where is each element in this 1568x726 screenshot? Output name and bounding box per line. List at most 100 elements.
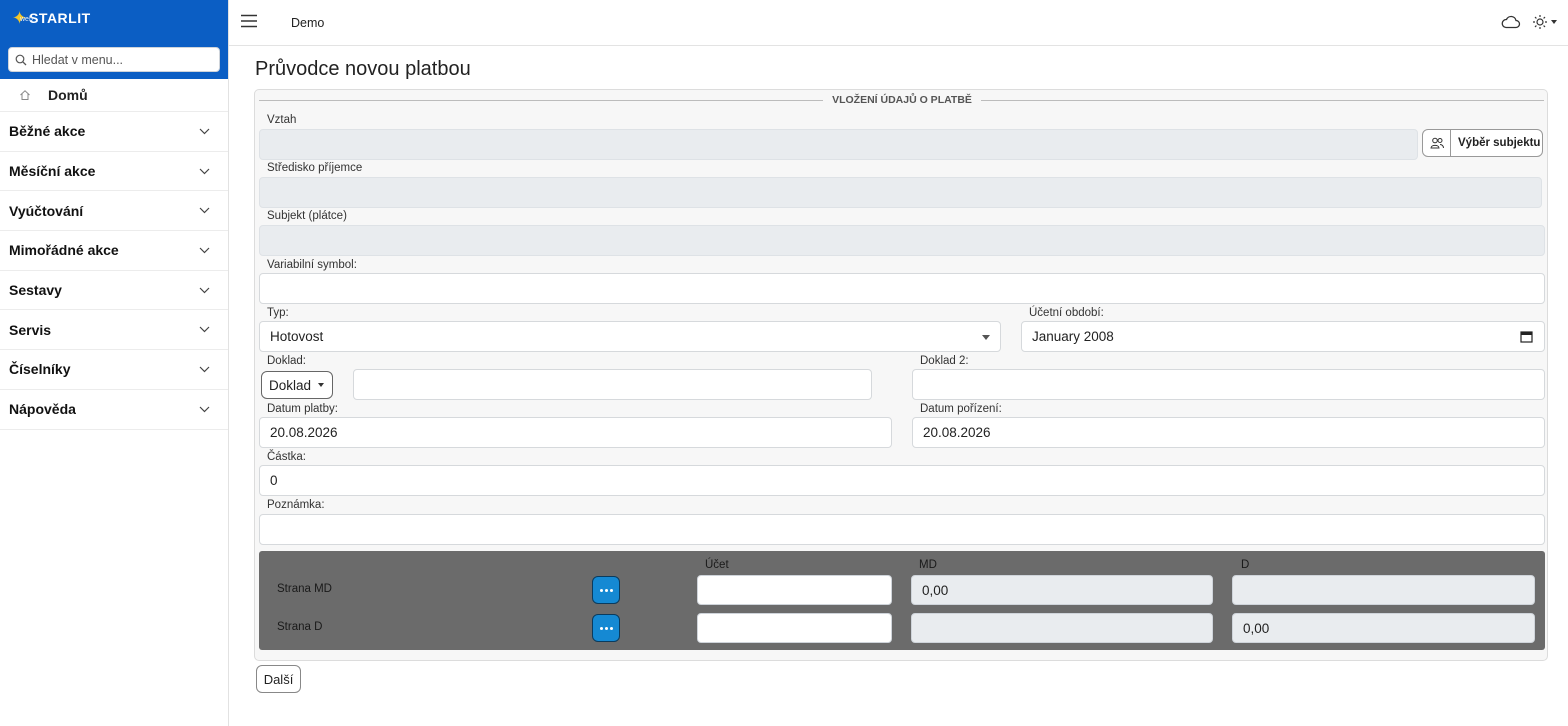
page-title: Průvodce novou platbou <box>255 58 471 80</box>
ucet-md-input[interactable] <box>697 575 892 605</box>
sidebar-item-mimoradne-akce[interactable]: Mimořádné akce <box>0 231 228 271</box>
brand-header: ✦ STARLIT web <box>0 0 228 79</box>
home-icon <box>20 90 30 100</box>
chevron-down-icon <box>199 406 210 413</box>
sidebar-item-napoveda[interactable]: Nápověda <box>0 390 228 430</box>
ucet-d-input[interactable] <box>697 613 892 643</box>
row-label-strana-md: Strana MD <box>277 583 332 595</box>
column-header-md: MD <box>919 559 937 571</box>
chevron-down-icon <box>199 366 210 373</box>
cloud-icon[interactable] <box>1501 14 1521 30</box>
next-button[interactable]: Další <box>256 665 301 693</box>
sidebar-item-label: Servis <box>9 321 52 338</box>
select-subject-button[interactable]: Výběr subjektu <box>1422 129 1543 157</box>
sidebar-item-label: Běžné akce <box>9 123 86 140</box>
topbar: Demo <box>229 0 1568 46</box>
ucetni-obdobi-label: Účetní období: <box>1029 307 1104 319</box>
vztah-label: Vztah <box>267 114 297 126</box>
md-amount-d <box>911 613 1213 643</box>
doklad-input[interactable] <box>353 369 872 400</box>
search-icon <box>15 54 27 65</box>
stredisko-field <box>259 177 1542 208</box>
castka-input[interactable]: 0 <box>259 465 1545 496</box>
doklad2-label: Doklad 2: <box>920 355 969 367</box>
section-divider <box>259 100 823 101</box>
chevron-down-icon <box>199 207 210 214</box>
theme-sun-icon[interactable] <box>1532 14 1548 30</box>
select-subject-label: Výběr subjektu <box>1458 137 1541 149</box>
menu-search-input[interactable] <box>32 52 212 67</box>
dot <box>604 626 608 630</box>
doklad2-input[interactable] <box>912 369 1545 400</box>
calendar-icon[interactable] <box>1520 330 1533 343</box>
hamburger-icon[interactable] <box>241 14 257 28</box>
doklad-dropdown-label: Doklad <box>269 377 312 393</box>
subjekt-field <box>259 225 1545 256</box>
typ-label: Typ: <box>267 307 289 319</box>
logo-subtext: web <box>20 16 33 23</box>
datum-platby-label: Datum platby: <box>267 403 338 415</box>
stredisko-label: Středisko příjemce <box>267 162 363 174</box>
variabilni-symbol-label: Variabilní symbol: <box>267 259 357 271</box>
doklad-dropdown-button[interactable]: Doklad <box>261 371 333 399</box>
sidebar-item-label: Vyúčtování <box>9 202 84 219</box>
accounting-panel: Účet MD D Strana MD 0,00 Strana D 0,00 <box>259 551 1545 650</box>
logo-text: STARLIT <box>29 10 91 26</box>
section-divider <box>981 100 1544 101</box>
sidebar-item-label: Nápověda <box>9 401 76 418</box>
more-options-button[interactable] <box>592 576 620 604</box>
doklad-label: Doklad: <box>267 355 306 367</box>
sidebar-item-label: Měsíční akce <box>9 163 96 180</box>
dot <box>609 588 613 592</box>
theme-caret-icon[interactable] <box>1551 20 1557 24</box>
sidebar-item-ciselniky[interactable]: Číselníky <box>0 350 228 390</box>
datum-porizeni-label: Datum pořízení: <box>920 403 1002 415</box>
chevron-down-icon <box>199 128 210 135</box>
sidebar-item-label: Číselníky <box>9 361 71 378</box>
sidebar-item-vyuctovani[interactable]: Vyúčtování <box>0 191 228 232</box>
chevron-down-icon <box>982 335 990 340</box>
ucetni-obdobi-input[interactable]: January 2008 <box>1021 321 1545 352</box>
sidebar: ✦ STARLIT web Domů Běžné akce Měsíční ak… <box>0 0 229 726</box>
chevron-down-icon <box>199 247 210 254</box>
sidebar-item-servis[interactable]: Servis <box>0 310 228 351</box>
variabilni-symbol-input[interactable] <box>259 273 1545 304</box>
chevron-down-icon <box>199 287 210 293</box>
sidebar-item-label: Sestavy <box>9 282 62 299</box>
sidebar-item-label: Domů <box>48 87 88 103</box>
d-amount-md <box>1232 575 1535 605</box>
chevron-down-icon <box>199 326 210 333</box>
sidebar-item-mesicni-akce[interactable]: Měsíční akce <box>0 152 228 192</box>
poznamka-input[interactable] <box>259 514 1545 545</box>
menu-search[interactable] <box>8 47 220 72</box>
more-options-button[interactable] <box>592 614 620 642</box>
datum-platby-input[interactable]: 20.08.2026 <box>259 417 892 448</box>
dot <box>609 626 613 630</box>
users-icon <box>1423 130 1451 156</box>
column-header-d: D <box>1241 559 1250 571</box>
dot <box>599 626 603 630</box>
chevron-down-icon <box>199 168 210 174</box>
row-label-strana-d: Strana D <box>277 621 323 633</box>
sidebar-item-home[interactable]: Domů <box>0 79 228 112</box>
subjekt-label: Subjekt (plátce) <box>267 210 347 222</box>
column-header-ucet: Účet <box>705 559 729 571</box>
vztah-field <box>259 129 1418 160</box>
ucetni-obdobi-value: January 2008 <box>1032 329 1114 344</box>
d-amount-d: 0,00 <box>1232 613 1535 643</box>
sidebar-item-bezne-akce[interactable]: Běžné akce <box>0 112 228 152</box>
sidebar-item-label: Mimořádné akce <box>9 242 119 259</box>
dot <box>599 588 603 592</box>
payment-form-card: VLOŽENÍ ÚDAJŮ O PLATBĚ Vztah Výběr subje… <box>254 89 1548 661</box>
typ-select[interactable]: Hotovost <box>259 321 1001 352</box>
datum-porizeni-input[interactable]: 20.08.2026 <box>912 417 1545 448</box>
dot <box>604 588 608 592</box>
poznamka-label: Poznámka: <box>267 499 325 511</box>
typ-select-value: Hotovost <box>270 329 324 344</box>
caret-down-icon <box>318 383 325 387</box>
section-title: VLOŽENÍ ÚDAJŮ O PLATBĚ <box>832 94 972 106</box>
md-amount-md: 0,00 <box>911 575 1213 605</box>
app-title: Demo <box>291 16 325 30</box>
castka-label: Částka: <box>267 451 306 463</box>
sidebar-item-sestavy[interactable]: Sestavy <box>0 271 228 311</box>
